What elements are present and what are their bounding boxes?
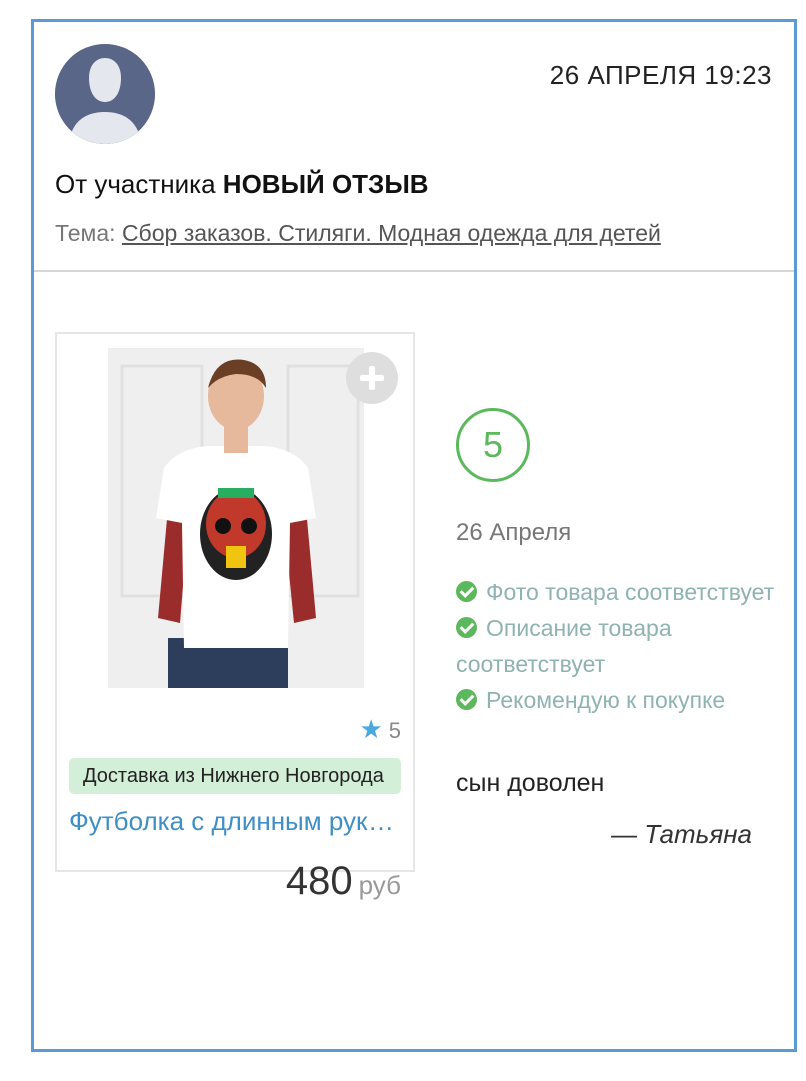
check-circle-icon: [456, 689, 477, 710]
check-item: Описание товара соответствует: [456, 610, 786, 682]
from-prefix: От участника: [55, 169, 216, 199]
add-to-favorites-button[interactable]: [346, 352, 398, 404]
review-notification-card: 26 АПРЕЛЯ 19:23 От участника НОВЫЙ ОТЗЫВ…: [31, 19, 797, 1052]
check-item: Рекомендую к покупке: [456, 682, 786, 718]
delivery-badge: Доставка из Нижнего Новгорода: [69, 758, 401, 794]
review-rating-circle: 5: [456, 408, 530, 482]
product-rating: ★ 5: [359, 714, 401, 745]
check-item: Фото товара соответствует: [456, 574, 786, 610]
topic-link[interactable]: Сбор заказов. Стиляги. Модная одежда для…: [122, 220, 661, 246]
divider: [34, 270, 794, 272]
from-name[interactable]: НОВЫЙ ОТЗЫВ: [223, 169, 429, 199]
product-name-link[interactable]: Футболка с длинным рукавом: [69, 806, 401, 837]
topic-line: Тема: Сбор заказов. Стиляги. Модная одеж…: [55, 220, 765, 247]
from-line: От участника НОВЫЙ ОТЗЫВ: [55, 169, 429, 200]
review-date: 26 Апреля: [456, 519, 572, 546]
review-checks: Фото товара соответствует Описание товар…: [456, 574, 786, 718]
star-icon: ★: [359, 714, 383, 744]
product-photo[interactable]: [108, 348, 364, 688]
rating-count: 5: [388, 718, 401, 743]
user-avatar-icon[interactable]: [55, 44, 155, 144]
review-comment: сын доволен: [456, 769, 605, 797]
check-circle-icon: [456, 581, 477, 602]
check-item-label: Рекомендую к покупке: [486, 687, 726, 713]
price-currency: руб: [358, 870, 401, 900]
product-card[interactable]: ★ 5 Доставка из Нижнего Новгорода Футболк…: [55, 332, 415, 903]
review-author: — Татьяна: [611, 819, 752, 849]
product-price: 480 руб: [286, 859, 401, 904]
notification-date: 26 АПРЕЛЯ 19:23: [549, 60, 772, 90]
check-item-label: Фото товара соответствует: [486, 579, 775, 605]
topic-label: Тема:: [55, 220, 116, 246]
check-item-label: Описание товара соответствует: [456, 615, 672, 677]
check-circle-icon: [456, 617, 477, 638]
price-value: 480: [285, 859, 353, 903]
